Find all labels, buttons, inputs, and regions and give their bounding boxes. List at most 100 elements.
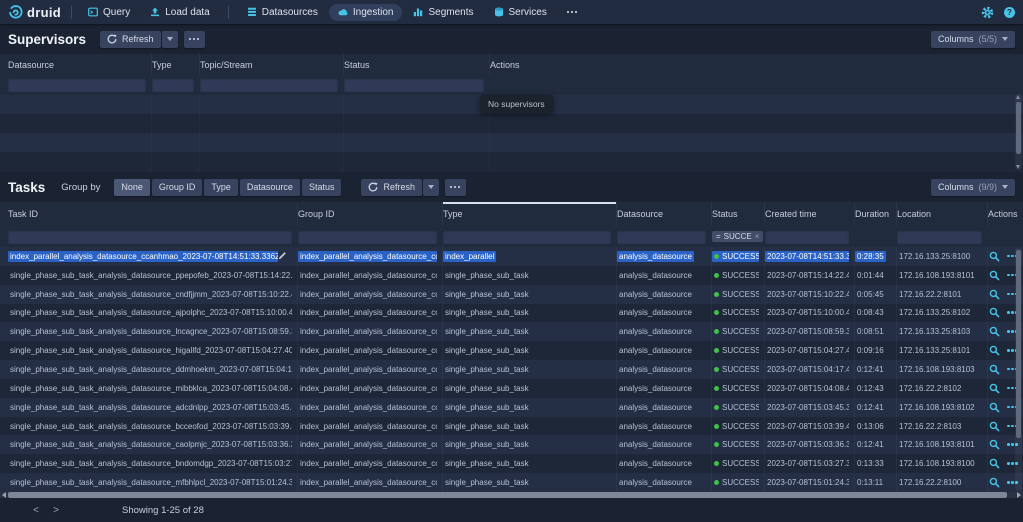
group-id-cell[interactable]: index_parallel_analysis_datasource_ccanh…: [298, 379, 443, 398]
group-id-cell[interactable]: index_parallel_analysis_datasource_ccanh…: [298, 360, 443, 379]
magnifier-icon[interactable]: [989, 251, 1000, 262]
supervisors-columns-button[interactable]: Columns (5/5): [931, 31, 1015, 48]
tasks-refresh-caret-button[interactable]: [423, 179, 439, 196]
druid-logo[interactable]: druid: [8, 5, 61, 20]
duration-cell[interactable]: 0:13:11: [855, 473, 897, 492]
created-time-cell[interactable]: 2023-07-08T15:14:22.435Z: [765, 266, 855, 285]
task-row[interactable]: single_phase_sub_task_analysis_datasourc…: [0, 341, 1023, 360]
topic-stream-filter-input[interactable]: [200, 78, 338, 92]
pencil-icon[interactable]: [278, 251, 287, 262]
next-page-button[interactable]: >: [46, 505, 66, 516]
duration-cell[interactable]: 0:28:35: [855, 247, 897, 266]
status-filter-input[interactable]: [344, 78, 484, 92]
magnifier-icon[interactable]: [989, 345, 1000, 356]
gear-icon[interactable]: [981, 6, 994, 19]
status-cell[interactable]: SUCCESS: [712, 266, 765, 285]
status-cell[interactable]: SUCCESS: [712, 435, 765, 454]
datasource-cell[interactable]: analysis_datasource: [617, 322, 712, 341]
status-cell[interactable]: SUCCESS: [712, 304, 765, 323]
help-icon[interactable]: [1004, 7, 1015, 18]
task-id-filter-input[interactable]: [8, 230, 292, 244]
magnifier-icon[interactable]: [989, 364, 1000, 375]
group-id-cell[interactable]: index_parallel_analysis_datasource_ccanh…: [298, 247, 443, 266]
created-time-cell[interactable]: 2023-07-08T15:03:39.408Z: [765, 417, 855, 436]
task-id-cell[interactable]: single_phase_sub_task_analysis_datasourc…: [8, 341, 298, 360]
datasource-cell[interactable]: analysis_datasource: [617, 473, 712, 492]
prev-page-button[interactable]: <: [26, 505, 46, 516]
type-cell[interactable]: single_phase_sub_task: [443, 285, 617, 304]
duration-cell[interactable]: 0:12:41: [855, 435, 897, 454]
group-by-type-button[interactable]: Type: [204, 179, 238, 196]
th-topic-stream[interactable]: Topic/Stream: [200, 54, 344, 75]
created-time-cell[interactable]: 2023-07-08T15:03:45.352Z: [765, 398, 855, 417]
group-id-cell[interactable]: index_parallel_analysis_datasource_ccanh…: [298, 341, 443, 360]
group-id-cell[interactable]: index_parallel_analysis_datasource_ccanh…: [298, 304, 443, 323]
group-id-cell[interactable]: index_parallel_analysis_datasource_ccanh…: [298, 454, 443, 473]
group-by-status-button[interactable]: Status: [302, 179, 342, 196]
type-cell[interactable]: single_phase_sub_task: [443, 454, 617, 473]
location-cell[interactable]: 172.16.108.193:8101: [897, 266, 988, 285]
created-time-cell[interactable]: 2023-07-08T15:04:17.409Z: [765, 360, 855, 379]
task-id-cell[interactable]: single_phase_sub_task_analysis_datasourc…: [8, 417, 298, 436]
scrollbar-thumb[interactable]: [1016, 250, 1021, 438]
type-cell[interactable]: single_phase_sub_task: [443, 360, 617, 379]
type-cell[interactable]: single_phase_sub_task: [443, 417, 617, 436]
magnifier-icon[interactable]: [989, 383, 1000, 394]
location-cell[interactable]: 172.16.133.25:8103: [897, 322, 988, 341]
magnifier-icon[interactable]: [989, 289, 1000, 300]
scrollbar-thumb[interactable]: [1016, 102, 1021, 154]
nav-item-query[interactable]: Query: [79, 4, 139, 21]
nav-item-load-data[interactable]: Load data: [141, 4, 219, 21]
th-status[interactable]: Status: [344, 54, 490, 75]
task-id-cell[interactable]: single_phase_sub_task_analysis_datasourc…: [8, 322, 298, 341]
magnifier-icon[interactable]: [989, 477, 1000, 488]
task-row[interactable]: single_phase_sub_task_analysis_datasourc…: [0, 360, 1023, 379]
datasource-cell[interactable]: analysis_datasource: [617, 435, 712, 454]
location-cell[interactable]: 172.16.22.2:8100: [897, 473, 988, 492]
created-time-filter-input[interactable]: [765, 230, 849, 244]
task-row[interactable]: single_phase_sub_task_analysis_datasourc…: [0, 266, 1023, 285]
scroll-down-icon[interactable]: [1016, 165, 1020, 169]
location-cell[interactable]: 172.16.22.2:8102: [897, 379, 988, 398]
created-time-cell[interactable]: 2023-07-08T15:10:00.402Z: [765, 304, 855, 323]
remove-filter-icon[interactable]: ×: [755, 232, 760, 241]
group-id-cell[interactable]: index_parallel_analysis_datasource_ccanh…: [298, 322, 443, 341]
task-row[interactable]: single_phase_sub_task_analysis_datasourc…: [0, 398, 1023, 417]
task-id-cell[interactable]: single_phase_sub_task_analysis_datasourc…: [8, 398, 298, 417]
datasource-cell[interactable]: analysis_datasource: [617, 304, 712, 323]
datasource-cell[interactable]: analysis_datasource: [617, 285, 712, 304]
group-by-datasource-button[interactable]: Datasource: [240, 179, 300, 196]
datasource-cell[interactable]: analysis_datasource: [617, 398, 712, 417]
task-id-cell[interactable]: single_phase_sub_task_analysis_datasourc…: [8, 435, 298, 454]
task-row[interactable]: single_phase_sub_task_analysis_datasourc…: [0, 473, 1023, 492]
duration-cell[interactable]: 0:12:41: [855, 398, 897, 417]
location-cell[interactable]: 172.16.108.193:8103: [897, 360, 988, 379]
datasource-cell[interactable]: analysis_datasource: [617, 379, 712, 398]
created-time-cell[interactable]: 2023-07-08T15:01:24.355Z: [765, 473, 855, 492]
task-id-cell[interactable]: single_phase_sub_task_analysis_datasourc…: [8, 379, 298, 398]
group-id-cell[interactable]: index_parallel_analysis_datasource_ccanh…: [298, 417, 443, 436]
status-cell[interactable]: SUCCESS: [712, 417, 765, 436]
location-cell[interactable]: 172.16.108.193:8101: [897, 435, 988, 454]
created-time-cell[interactable]: 2023-07-08T14:51:33.339Z: [765, 247, 855, 266]
location-cell[interactable]: 172.16.133.25:8101: [897, 341, 988, 360]
task-id-cell[interactable]: single_phase_sub_task_analysis_datasourc…: [8, 266, 298, 285]
type-cell[interactable]: single_phase_sub_task: [443, 304, 617, 323]
datasource-cell[interactable]: analysis_datasource: [617, 454, 712, 473]
datasource-cell[interactable]: analysis_datasource: [617, 341, 712, 360]
nav-item-services[interactable]: Services: [485, 4, 556, 21]
th-location[interactable]: Location: [897, 202, 988, 226]
type-cell[interactable]: index_parallel: [443, 247, 617, 266]
status-cell[interactable]: SUCCESS: [712, 398, 765, 417]
duration-cell[interactable]: 0:05:45: [855, 285, 897, 304]
magnifier-icon[interactable]: [989, 326, 1000, 337]
duration-cell[interactable]: 0:13:06: [855, 417, 897, 436]
duration-cell[interactable]: 0:08:51: [855, 322, 897, 341]
created-time-cell[interactable]: 2023-07-08T15:03:27.332Z: [765, 454, 855, 473]
group-id-cell[interactable]: index_parallel_analysis_datasource_ccanh…: [298, 398, 443, 417]
datasource-cell[interactable]: analysis_datasource: [617, 360, 712, 379]
location-filter-input[interactable]: [897, 230, 982, 244]
th-datasource[interactable]: Datasource: [8, 54, 152, 75]
th-task-id[interactable]: Task ID: [8, 202, 298, 226]
type-cell[interactable]: single_phase_sub_task: [443, 266, 617, 285]
